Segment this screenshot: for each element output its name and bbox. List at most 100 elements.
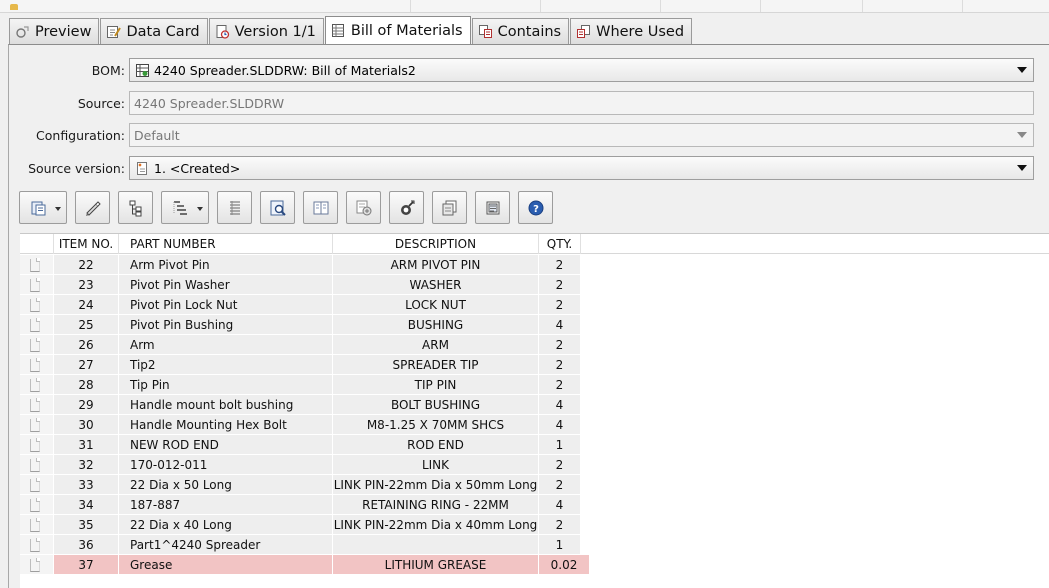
compare-button[interactable]	[303, 191, 338, 224]
table-row[interactable]: 29 Handle mount bolt bushing BOLT BUSHING 4	[20, 395, 1049, 415]
part-number-cell: Pivot Pin Washer	[119, 275, 332, 295]
tab-preview[interactable]: Preview	[9, 18, 100, 44]
pencil-icon	[84, 199, 102, 217]
document-icon	[30, 318, 40, 332]
item-no-cell: 35	[54, 515, 118, 535]
item-no-cell: 24	[54, 295, 118, 315]
tree-view-button[interactable]	[118, 191, 153, 224]
table-row[interactable]: 33 22 Dia x 50 Long LINK PIN-22mm Dia x 50…	[20, 475, 1049, 495]
item-no-cell: 32	[54, 455, 118, 475]
column-header-item-no[interactable]: ITEM NO.	[54, 234, 119, 254]
source-version-select[interactable]: 1. <Created>	[129, 156, 1034, 180]
table-row[interactable]: 23 Pivot Pin Washer WASHER 2	[20, 275, 1049, 295]
tab-version[interactable]: Version 1/1	[208, 18, 324, 44]
document-icon	[30, 538, 40, 552]
copy-button[interactable]	[432, 191, 467, 224]
find-button[interactable]	[260, 191, 295, 224]
document-icon	[30, 518, 40, 532]
chevron-down-icon[interactable]	[1017, 67, 1027, 73]
description-cell: ARM	[333, 335, 538, 355]
paste-button[interactable]	[475, 191, 510, 224]
export-button[interactable]	[19, 191, 67, 224]
description-cell: LINK PIN-22mm Dia x 40mm Long	[333, 515, 538, 535]
tab-label: Preview	[35, 23, 92, 40]
description-cell: ARM PIVOT PIN	[333, 255, 538, 275]
column-header-description[interactable]: DESCRIPTION	[333, 234, 539, 254]
tab-label: Version 1/1	[234, 23, 316, 40]
indented-list-icon	[172, 199, 190, 217]
configuration-label: Configuration:	[36, 128, 125, 143]
part-number-cell: Pivot Pin Lock Nut	[119, 295, 332, 315]
help-button[interactable]: ?	[518, 191, 553, 224]
document-icon	[30, 478, 40, 492]
row-icon-cell	[20, 315, 53, 335]
row-icon-cell	[20, 515, 53, 535]
row-icon-cell	[20, 475, 53, 495]
row-icon-cell	[20, 275, 53, 295]
document-icon	[30, 458, 40, 472]
tab-where-used[interactable]: Where Used	[570, 18, 693, 44]
tab-bill-of-materials[interactable]: Bill of Materials	[324, 16, 471, 44]
tab-label: Contains	[497, 23, 562, 40]
tab-contains[interactable]: Contains	[471, 18, 570, 44]
svg-text:?: ?	[533, 204, 539, 215]
table-row[interactable]: 34 187-887 RETAINING RING - 22MM 4	[20, 495, 1049, 515]
bom-panel: BOM: 4240 Spreader.SLDDRW: Bill of Mater…	[8, 44, 1049, 588]
divider	[760, 0, 761, 12]
table-row[interactable]: 35 22 Dia x 40 Long LINK PIN-22mm Dia x 40…	[20, 515, 1049, 535]
help-icon: ?	[527, 199, 545, 217]
list-icon	[226, 199, 244, 217]
description-cell: BOLT BUSHING	[333, 395, 538, 415]
copy-icon	[441, 199, 459, 217]
edit-button[interactable]	[75, 191, 110, 224]
bom-table-icon	[134, 62, 150, 78]
table-row[interactable]: 31 NEW ROD END ROD END 1	[20, 435, 1049, 455]
tab-data-card[interactable]: Data Card	[100, 18, 208, 44]
document-icon	[30, 398, 40, 412]
item-no-cell: 22	[54, 255, 118, 275]
row-icon-cell	[20, 495, 53, 515]
tab-label: Where Used	[596, 23, 685, 40]
bom-row: BOM: 4240 Spreader.SLDDRW: Bill of Mater…	[9, 58, 1039, 82]
column-header-part-number[interactable]: PART NUMBER	[119, 234, 333, 254]
bom-toolbar: ?	[19, 191, 553, 225]
table-row[interactable]: 36 Part1^4240 Spreader 1	[20, 535, 1049, 555]
qty-cell: 2	[539, 515, 580, 535]
table-row[interactable]: 37 Grease LITHIUM GREASE 0.02	[20, 555, 1049, 575]
item-no-cell: 25	[54, 315, 118, 335]
part-number-cell: Grease	[119, 555, 332, 575]
column-header-qty[interactable]: QTY.	[539, 234, 581, 254]
table-row[interactable]: 22 Arm Pivot Pin ARM PIVOT PIN 2	[20, 255, 1049, 275]
table-row[interactable]: 30 Handle Mounting Hex Bolt M8-1.25 X 70MM…	[20, 415, 1049, 435]
document-icon	[30, 438, 40, 452]
source-label: Source:	[77, 96, 125, 111]
table-row[interactable]: 27 Tip2 SPREADER TIP 2	[20, 355, 1049, 375]
description-cell: ROD END	[333, 435, 538, 455]
part-number-cell: Handle Mounting Hex Bolt	[119, 415, 332, 435]
item-no-cell: 37	[54, 555, 118, 575]
description-cell: M8-1.25 X 70MM SHCS	[333, 415, 538, 435]
icon-column-header	[20, 234, 54, 254]
table-header: ITEM NO. PART NUMBER DESCRIPTION QTY.	[20, 234, 1049, 254]
qty-cell: 1	[539, 535, 580, 555]
configuration-select[interactable]: Default	[129, 123, 1034, 147]
part-number-cell: Tip2	[119, 355, 332, 375]
qty-cell: 2	[539, 355, 580, 375]
table-row[interactable]: 25 Pivot Pin Bushing BUSHING 4	[20, 315, 1049, 335]
table-row[interactable]: 32 170-012-011 LINK 2	[20, 455, 1049, 475]
item-no-cell: 30	[54, 415, 118, 435]
parts-only-button[interactable]	[217, 191, 252, 224]
source-field[interactable]: 4240 Spreader.SLDDRW	[129, 91, 1034, 115]
table-row[interactable]: 26 Arm ARM 2	[20, 335, 1049, 355]
bom-select[interactable]: 4240 Spreader.SLDDRW: Bill of Materials2	[129, 58, 1034, 82]
table-row[interactable]: 24 Pivot Pin Lock Nut LOCK NUT 2	[20, 295, 1049, 315]
qty-cell: 2	[539, 455, 580, 475]
properties-button[interactable]	[346, 191, 381, 224]
chevron-down-icon[interactable]	[1017, 165, 1027, 171]
set-version-button[interactable]	[389, 191, 424, 224]
chevron-down-icon[interactable]	[1017, 132, 1027, 138]
table-row[interactable]: 28 Tip Pin TIP PIN 2	[20, 375, 1049, 395]
divider	[862, 0, 863, 12]
part-number-cell: 187-887	[119, 495, 332, 515]
indented-view-button[interactable]	[161, 191, 209, 224]
